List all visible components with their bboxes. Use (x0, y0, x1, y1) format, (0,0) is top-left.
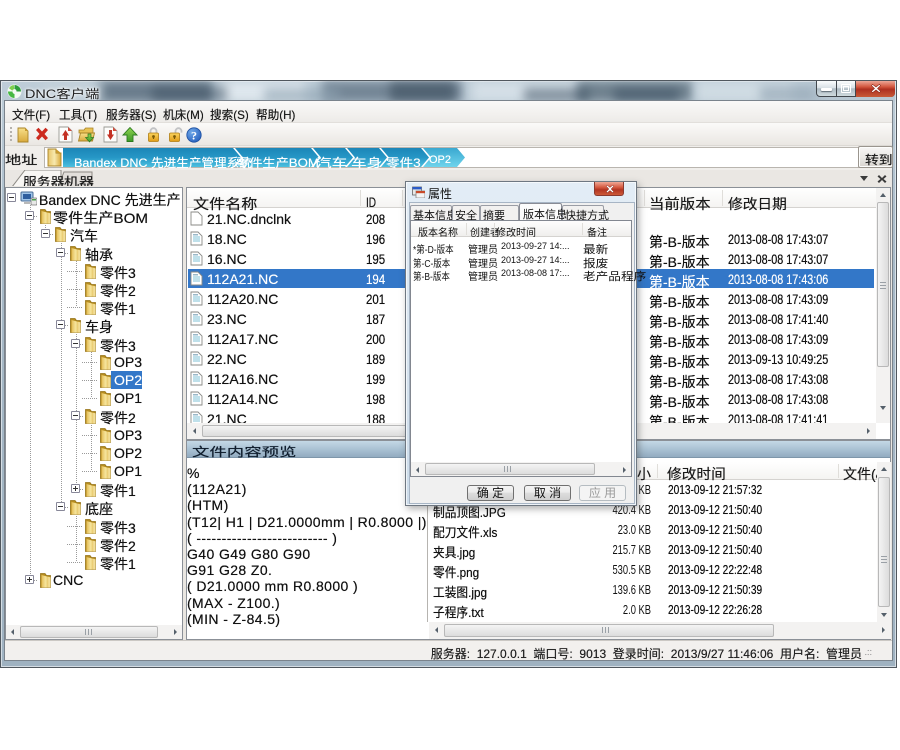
svg-text:?: ? (191, 129, 197, 143)
